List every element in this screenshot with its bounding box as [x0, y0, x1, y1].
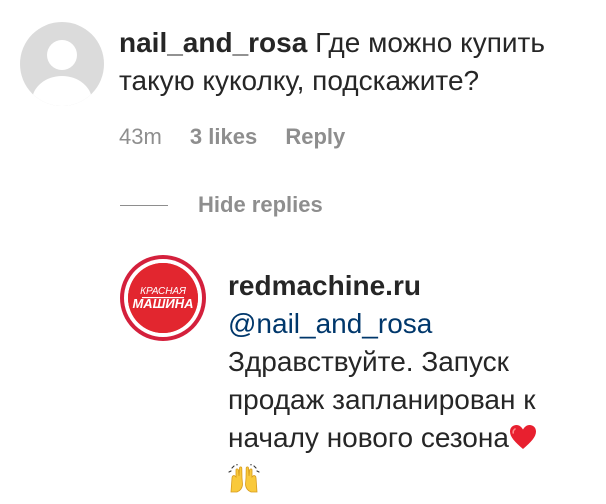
story-ring[interactable]: КРАСНАЯ МАШИНА: [120, 255, 206, 341]
reply-button[interactable]: Reply: [285, 124, 345, 149]
hide-replies-label: Hide replies: [198, 192, 323, 217]
avatar-shoulders-shape: [32, 76, 92, 106]
comment-username[interactable]: nail_and_rosa: [119, 27, 307, 58]
raising-hands-icon: [228, 463, 588, 504]
brand-logo-avatar: КРАСНАЯ МАШИНА: [128, 263, 198, 333]
logo-line-2: МАШИНА: [132, 296, 193, 311]
red-heart-icon: [509, 422, 537, 460]
reply-mention-link[interactable]: @nail_and_rosa: [228, 308, 432, 339]
reply-body: redmachine.ru @nail_and_rosa Здравствуйт…: [228, 267, 588, 504]
divider-line: [120, 204, 168, 206]
comment-likes[interactable]: 3 likes: [190, 124, 257, 149]
reply-text: Здравствуйте. Запуск продаж запланирован…: [228, 346, 536, 453]
default-avatar[interactable]: [20, 22, 104, 106]
reply-username[interactable]: redmachine.ru: [228, 270, 421, 301]
avatar-head-shape: [47, 40, 77, 70]
comment-time[interactable]: 43m: [119, 124, 162, 149]
hide-replies-button[interactable]: Hide replies: [120, 192, 323, 218]
brand-logo-icon: КРАСНАЯ МАШИНА: [128, 263, 198, 333]
comment-meta: 43m 3 likes Reply: [119, 124, 367, 150]
comment-body: nail_and_rosa Где можно купить такую кук…: [119, 24, 589, 100]
